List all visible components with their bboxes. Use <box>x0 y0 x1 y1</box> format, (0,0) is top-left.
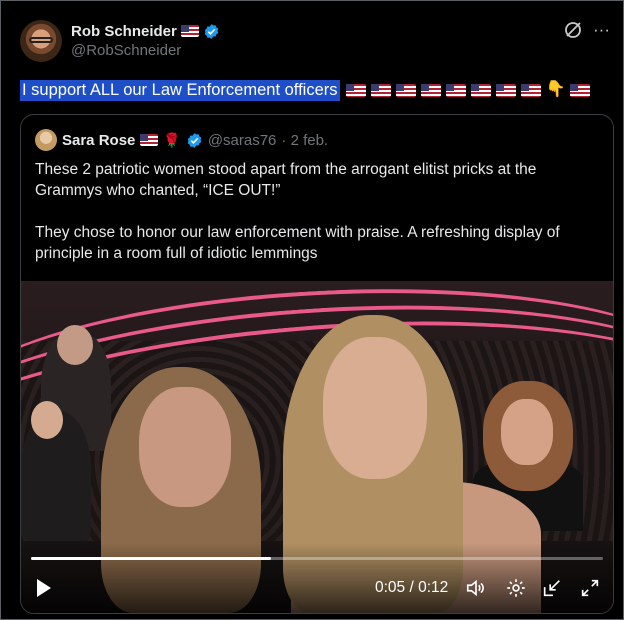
quote-date[interactable]: · 2 feb. <box>281 132 328 149</box>
quote-paragraph: They chose to honor our law enforcement … <box>35 224 560 262</box>
volume-icon[interactable] <box>465 577 487 599</box>
quoted-post[interactable]: Sara Rose 🌹 @saras76 · 2 feb. These 2 pa… <box>20 114 614 614</box>
more-options-button[interactable]: ··· <box>593 20 610 40</box>
tweet-text-highlighted: I support ALL our Law Enforcement office… <box>20 79 340 101</box>
verified-badge-icon <box>204 23 219 39</box>
us-flag-icon <box>140 134 159 146</box>
us-flag-icon <box>180 25 199 37</box>
quote-author-handle[interactable]: @saras76 <box>208 132 277 149</box>
quote-paragraph: These 2 patriotic women stood apart from… <box>35 161 537 199</box>
author-avatar[interactable] <box>20 20 62 62</box>
rose-icon: 🌹 <box>163 131 181 148</box>
play-icon[interactable] <box>37 579 51 597</box>
video-progress-fill <box>31 557 272 560</box>
grok-icon[interactable] <box>563 20 583 40</box>
video-time: 0:05 / 0:12 <box>375 579 449 596</box>
video-progress-bar[interactable] <box>31 557 603 560</box>
quote-avatar[interactable] <box>35 129 57 151</box>
tweet-text: I support ALL our Law Enforcement office… <box>20 78 591 102</box>
video-player[interactable]: 0:05 / 0:12 <box>21 281 613 613</box>
pointing-down-icon: 👇 <box>545 81 566 98</box>
author-handle[interactable]: @RobSchneider <box>71 42 181 59</box>
quote-body: These 2 patriotic women stood apart from… <box>35 159 601 285</box>
us-flag-icon <box>395 83 416 97</box>
us-flag-icon <box>495 83 516 97</box>
us-flag-icon <box>470 83 491 97</box>
quote-author-name[interactable]: Sara Rose <box>62 132 135 149</box>
us-flag-icon <box>420 83 441 97</box>
us-flag-icon <box>345 83 366 97</box>
us-flag-icon <box>520 83 541 97</box>
us-flag-icon <box>445 83 466 97</box>
emoji-row: 👇 <box>345 81 591 98</box>
author-name[interactable]: Rob Schneider <box>71 23 177 40</box>
pip-exit-icon[interactable] <box>541 577 563 599</box>
verified-badge-icon <box>187 132 202 148</box>
us-flag-icon <box>370 83 391 97</box>
us-flag-icon <box>570 83 591 97</box>
fullscreen-icon[interactable] <box>579 577 601 599</box>
settings-gear-icon[interactable] <box>505 577 527 599</box>
